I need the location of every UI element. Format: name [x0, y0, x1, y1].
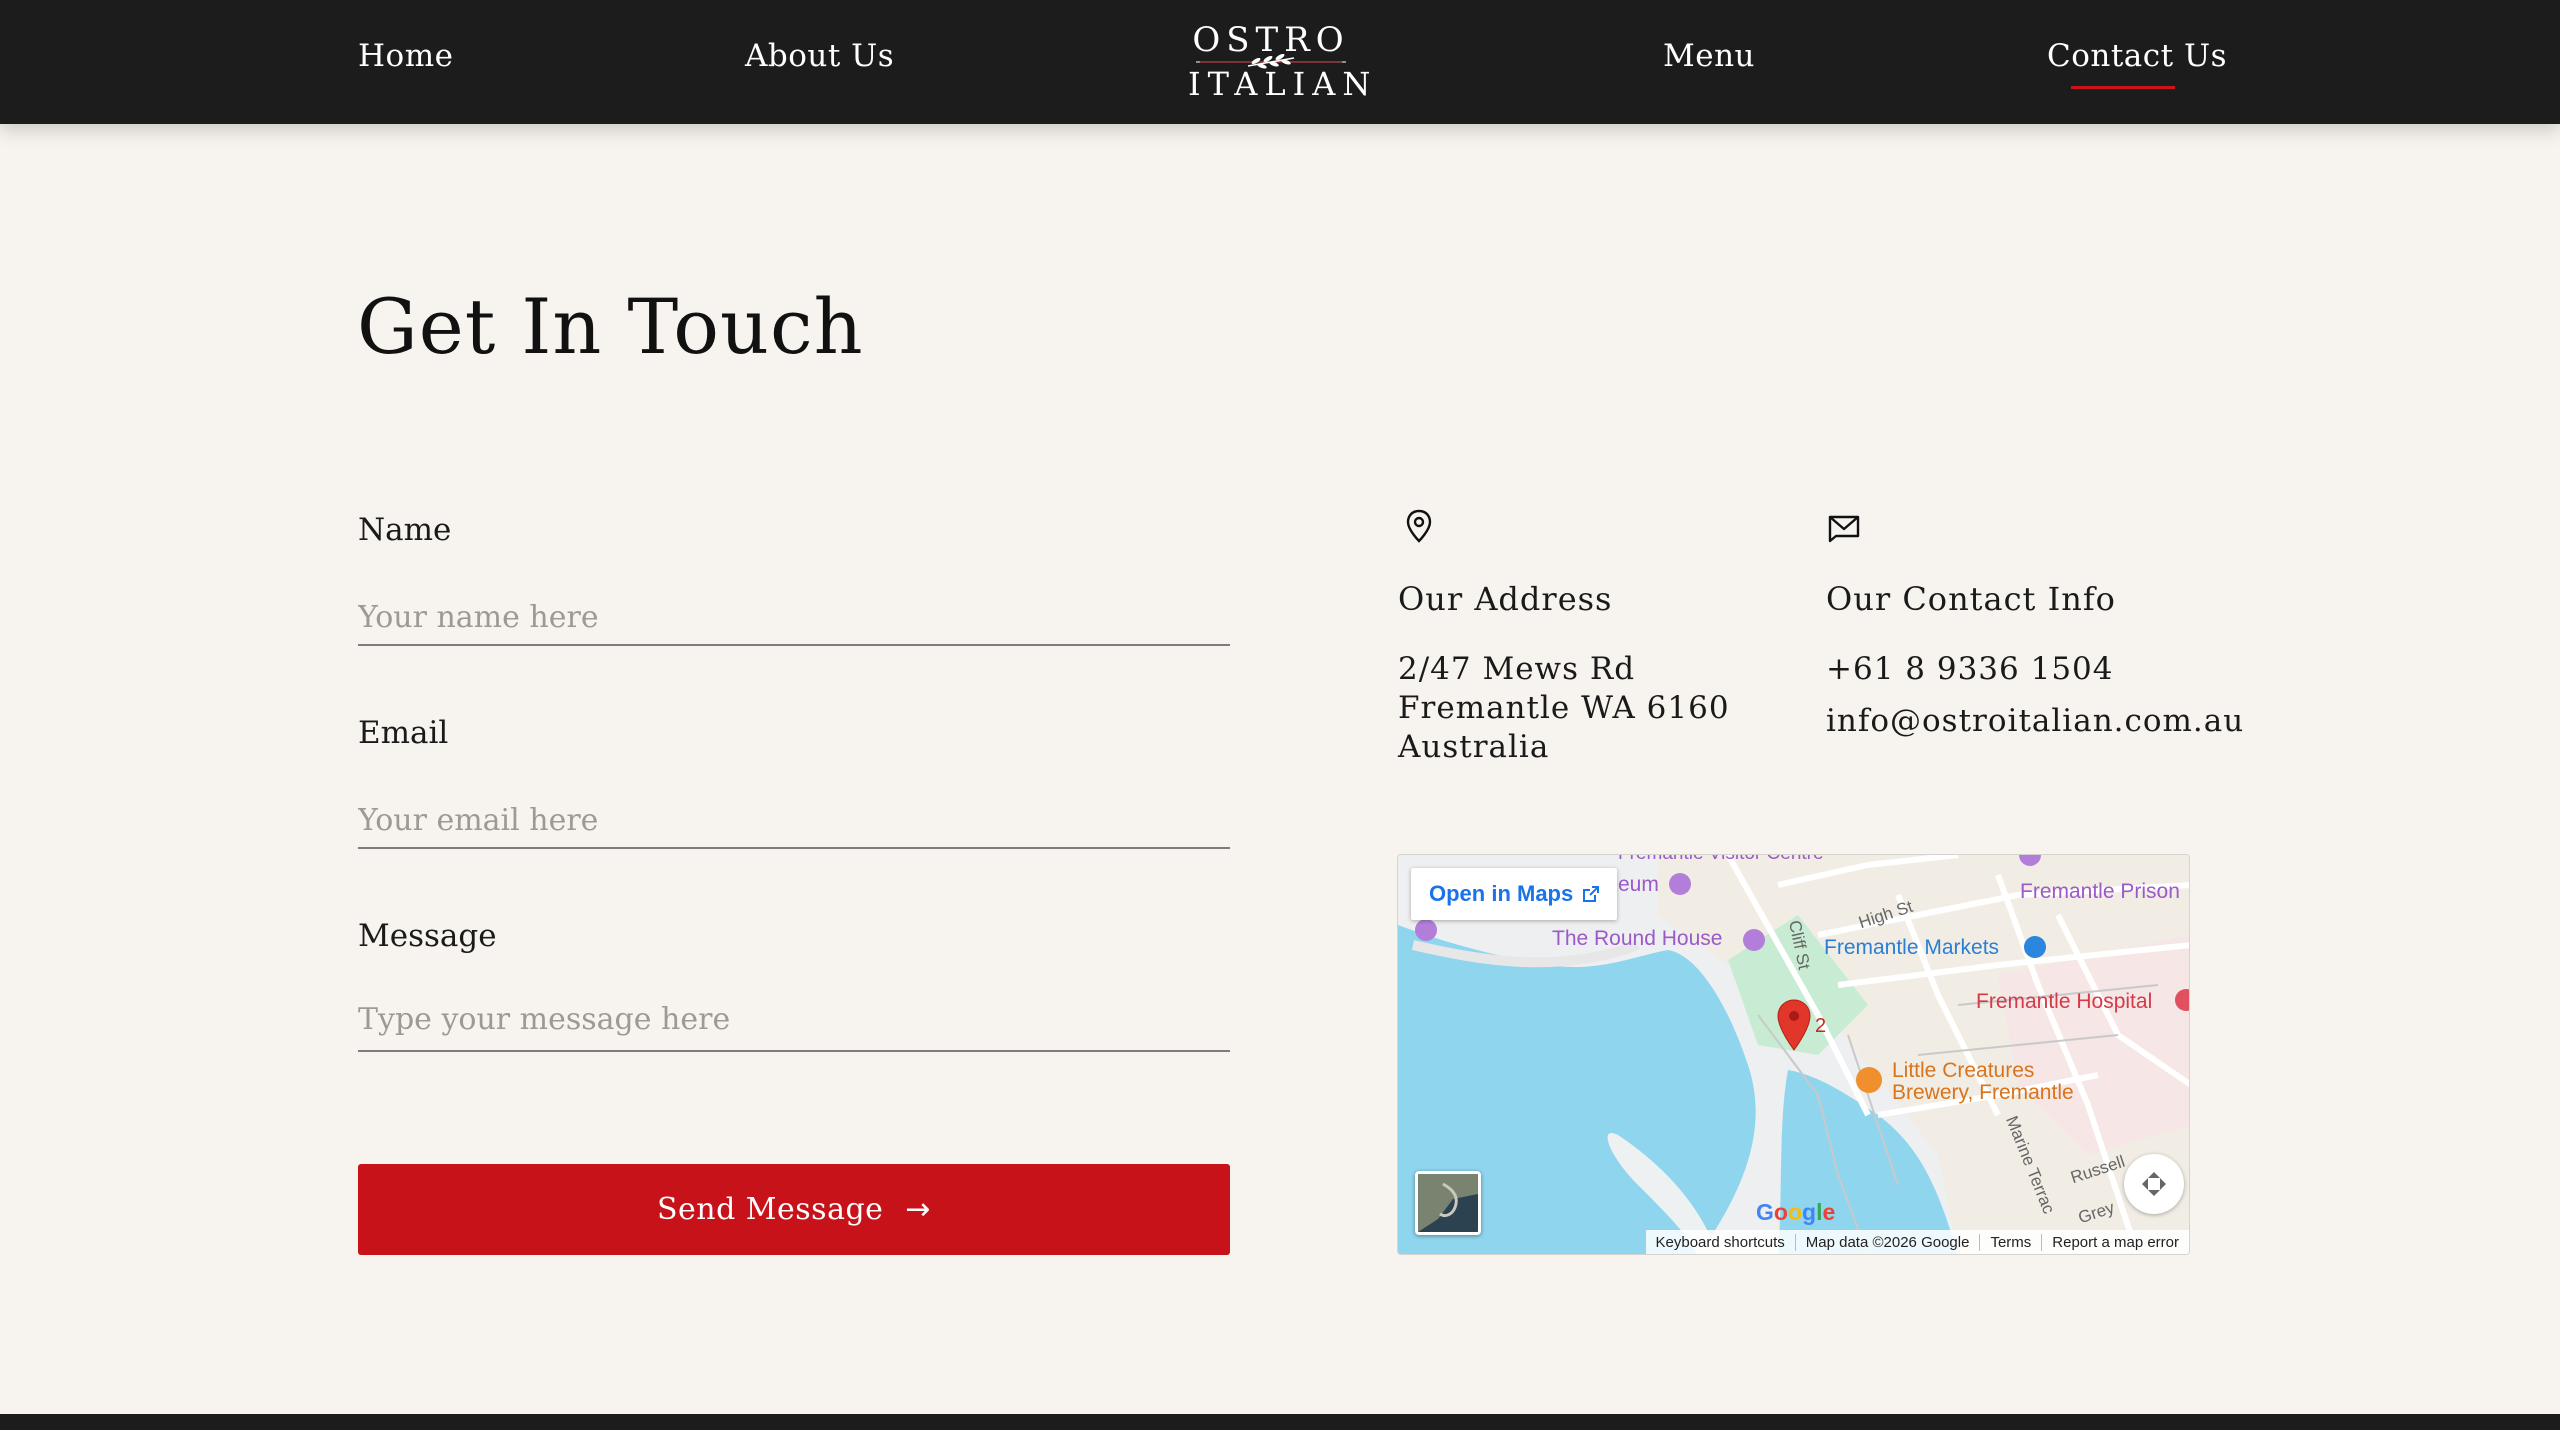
message-label: Message [358, 918, 497, 954]
map-label-prison: Fremantle Prison [2020, 880, 2180, 903]
map-label-brewery-2: Brewery, Fremantle [1892, 1081, 2074, 1104]
satellite-toggle-button[interactable] [1415, 1171, 1481, 1235]
mail-icon [1828, 515, 1860, 543]
nav-menu-link[interactable]: Menu [1663, 38, 1755, 74]
map-label-museum: eum [1618, 873, 1659, 896]
message-textarea[interactable] [358, 996, 1230, 1052]
satellite-thumbnail-icon [1418, 1174, 1478, 1232]
address-line-3: Australia [1398, 729, 1550, 765]
name-label: Name [358, 512, 452, 548]
address-line-1: 2/47 Mews Rd [1398, 651, 1636, 687]
map-label-visitor-centre: Fremantle Visitor Centre [1618, 855, 1824, 865]
nav-home-link[interactable]: Home [358, 38, 453, 74]
page-title: Get In Touch [357, 282, 864, 371]
map-label-brewery-1: Little Creatures [1892, 1059, 2035, 1082]
email-address[interactable]: info@ostroitalian.com.au [1826, 702, 2244, 741]
email-input[interactable] [358, 793, 1230, 849]
email-label: Email [358, 715, 449, 751]
nav-contact-link[interactable]: Contact Us [2047, 38, 2227, 74]
footer-bar [0, 1414, 2560, 1430]
map-label-round-house: The Round House [1552, 927, 1723, 950]
external-link-icon [1583, 886, 1600, 902]
top-nav: Home About Us OSTRO ITALIAN Menu Contact… [0, 0, 2560, 124]
address-title: Our Address [1398, 580, 1613, 618]
map-footer: Keyboard shortcuts Map data ©2026 Google… [1645, 1230, 2189, 1254]
name-input[interactable] [358, 590, 1230, 646]
open-in-maps-button[interactable]: Open in Maps [1411, 868, 1617, 920]
arrow-right-icon: → [905, 1192, 932, 1227]
map-marker-count: 2 [1815, 1015, 1827, 1037]
logo-bottom-text: ITALIAN [1188, 65, 1378, 103]
report-map-error-link[interactable]: Report a map error [2041, 1233, 2189, 1251]
fullscreen-icon [2142, 1172, 2166, 1196]
nav-about-link[interactable]: About Us [745, 38, 894, 74]
address-line-2: Fremantle WA 6160 [1398, 690, 1730, 726]
logo[interactable]: OSTRO ITALIAN [1188, 20, 1378, 104]
open-in-maps-label: Open in Maps [1429, 881, 1574, 906]
keyboard-shortcuts-link[interactable]: Keyboard shortcuts [1646, 1234, 1795, 1251]
map-data-attribution: Map data ©2026 Google [1794, 1233, 1980, 1251]
terms-link[interactable]: Terms [1979, 1233, 2041, 1251]
map-label-hospital: Fremantle Hospital [1976, 990, 2153, 1013]
google-logo: Google [1756, 1199, 1836, 1225]
send-message-label: Send Message [656, 1192, 884, 1227]
google-map[interactable]: Open in Maps Fremantle Visitor Centre eu… [1397, 854, 2190, 1255]
contact-title: Our Contact Info [1826, 580, 2116, 618]
active-nav-underline [2071, 86, 2175, 89]
send-message-button[interactable]: Send Message → [358, 1164, 1230, 1255]
phone-number[interactable]: +61 8 9336 1504 [1826, 650, 2114, 689]
map-pin-icon [1406, 509, 1432, 543]
fullscreen-button[interactable] [2124, 1154, 2184, 1214]
map-label-markets: Fremantle Markets [1824, 936, 2000, 959]
